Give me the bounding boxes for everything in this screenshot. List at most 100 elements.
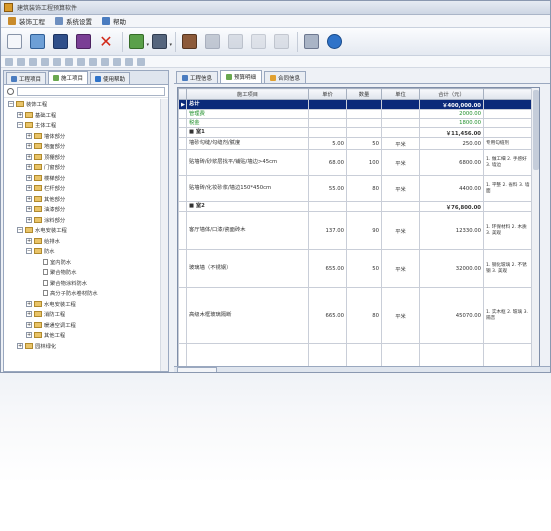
tree-expander-icon[interactable]: +	[26, 206, 32, 213]
toolbar-small-icon[interactable]	[5, 57, 13, 66]
toolbar-small-icon[interactable]	[137, 57, 145, 66]
tree-expander-icon[interactable]: +	[26, 332, 32, 339]
toolbar-small-icon[interactable]	[113, 57, 121, 66]
tree-expander-icon[interactable]: −	[17, 227, 23, 234]
toolbar-small-icon[interactable]	[17, 57, 25, 66]
tree-node[interactable]: + 油漆部分	[4, 204, 160, 215]
tree-expander-icon[interactable]: +	[26, 174, 32, 181]
tree-node[interactable]: − 水电安装工程	[4, 225, 160, 236]
tree-node[interactable]: + 基础工程	[4, 110, 160, 121]
table-cell[interactable]: 贴墙砖/化妆砂浆/墙边150*450cm	[186, 175, 309, 202]
grid-scrollbar[interactable]	[531, 88, 539, 366]
table-row[interactable]: 贴墙砖/砂浆层找平/铺贴/墙边>45cm 68.00 100 平米 6800.00 1. …	[178, 149, 534, 176]
tree-search-input[interactable]	[17, 86, 165, 96]
tree-node[interactable]: + 楼梯部分	[4, 173, 160, 184]
tree-node[interactable]: − 主体工程	[4, 120, 160, 131]
tree-node[interactable]: + 其他工程	[4, 330, 160, 341]
tree-node[interactable]: + 其他部分	[4, 194, 160, 205]
table-cell[interactable]: ■ 室2	[186, 201, 309, 212]
table-row[interactable]: 管理费 2000.00	[178, 109, 534, 119]
toolbar-button[interactable]: ▾	[149, 32, 172, 52]
table-cell[interactable]: 总计	[186, 99, 309, 110]
toolbar-button[interactable]	[324, 32, 344, 52]
tree-expander-icon[interactable]: +	[26, 237, 32, 244]
table-cell[interactable]	[186, 343, 309, 366]
left-tab[interactable]: 施工项目	[48, 71, 89, 84]
tree-node[interactable]: + 墙体部分	[4, 131, 160, 142]
toolbar-button[interactable]	[4, 32, 24, 52]
tree-node[interactable]: 室内防水	[4, 257, 160, 268]
table-row[interactable]: 墙砂勾缝/勾缝剂/腻度 5.00 50 平米 250.00 专用勾缝剂	[178, 137, 534, 150]
table-cell[interactable]: 墙砂勾缝/勾缝剂/腻度	[186, 137, 309, 150]
tree-node[interactable]: 高分子防水卷材防水	[4, 288, 160, 299]
left-tab[interactable]: 使用帮助	[90, 72, 131, 84]
tree-node[interactable]: 聚合物防水	[4, 267, 160, 278]
tree-node[interactable]: + 暖通空调工程	[4, 320, 160, 331]
menu-item[interactable]: 帮助	[97, 16, 131, 26]
table-row[interactable]: ■ 室2 ￥76,800.00	[178, 201, 534, 212]
table-row[interactable]: 贴墙砖/化妆砂浆/墙边150*450cm 55.00 80 平米 4400.00 1. 平…	[178, 175, 534, 202]
chevron-down-icon[interactable]: ▾	[169, 42, 172, 48]
table-cell[interactable]: 客厅墙体/口漆/瓷面砖木	[186, 211, 309, 250]
tree-node[interactable]: + 顶棚部分	[4, 152, 160, 163]
menu-item[interactable]: 装饰工程	[3, 16, 50, 26]
column-header[interactable]: 数量	[346, 88, 382, 100]
tree-expander-icon[interactable]: +	[17, 111, 23, 118]
column-header[interactable]: 施工项目	[186, 88, 309, 100]
tree-expander-icon[interactable]: +	[26, 195, 32, 202]
tree-expander-icon[interactable]: +	[26, 300, 32, 307]
tree-node[interactable]: 聚合物涂料防水	[4, 278, 160, 289]
toolbar-button[interactable]: ▾	[126, 32, 149, 52]
main-tab[interactable]: 工程信息	[176, 71, 219, 83]
tree-expander-icon[interactable]: +	[26, 164, 32, 171]
toolbar-small-icon[interactable]	[41, 57, 49, 66]
toolbar-small-icon[interactable]	[29, 57, 37, 66]
table-cell[interactable]: 贴墙砖/砂浆层找平/铺贴/墙边>45cm	[186, 149, 309, 176]
toolbar-small-icon[interactable]	[53, 57, 61, 66]
table-cell[interactable]: ■ 室1	[186, 127, 309, 138]
table-cell[interactable]: 税金	[186, 118, 309, 128]
tree-expander-icon[interactable]: −	[8, 101, 14, 108]
column-header[interactable]: 单位	[381, 88, 420, 100]
column-header[interactable]	[178, 88, 187, 100]
toolbar-button[interactable]	[248, 32, 268, 52]
tree-scrollbar[interactable]	[160, 99, 168, 371]
toolbar-button[interactable]: ✕	[96, 32, 116, 52]
tree-node[interactable]: + 消防工程	[4, 309, 160, 320]
table-row[interactable]: 玻璃墙（不锈钢） 655.00 50 平米 32000.00 1. 钢化玻璃 2. 不锈钢…	[178, 249, 534, 288]
toolbar-small-icon[interactable]	[89, 57, 97, 66]
tree-node[interactable]: + 门窗部分	[4, 162, 160, 173]
tree-expander-icon[interactable]: +	[26, 153, 32, 160]
table-cell[interactable]: 玻璃墙（不锈钢）	[186, 249, 309, 288]
main-tab[interactable]: 合同信息	[264, 71, 307, 83]
table-row[interactable]: ▶ 总计 ￥400,000.00	[178, 99, 534, 110]
toolbar-button[interactable]	[50, 32, 70, 52]
tree-expander-icon[interactable]: +	[26, 143, 32, 150]
tree-expander-icon[interactable]: −	[26, 248, 32, 255]
tree-node[interactable]: + 园林绿化	[4, 341, 160, 352]
column-header[interactable]: 单价	[308, 88, 347, 100]
tree-node[interactable]: + 给排水	[4, 236, 160, 247]
tree-expander-icon[interactable]: +	[17, 342, 23, 349]
tree-node[interactable]: − 装饰工程	[4, 99, 160, 110]
tree-node[interactable]: + 栏杆部分	[4, 183, 160, 194]
toolbar-button[interactable]	[301, 32, 321, 52]
toolbar-button[interactable]	[27, 32, 47, 52]
table-row[interactable]: 税金 1800.00	[178, 118, 534, 128]
column-header[interactable]	[483, 88, 534, 100]
tree-expander-icon[interactable]: +	[26, 311, 32, 318]
tree-node[interactable]: + 地面部分	[4, 141, 160, 152]
toolbar-button[interactable]	[202, 32, 222, 52]
column-header[interactable]: 合计（元）	[419, 88, 484, 100]
table-row[interactable]: 客厅墙体/口漆/瓷面砖木 137.00 90 平米 12330.00 1. 环保材料 2.…	[178, 211, 534, 250]
toolbar-small-icon[interactable]	[65, 57, 73, 66]
toolbar-small-icon[interactable]	[101, 57, 109, 66]
table-row[interactable]: ■ 室1 ￥11,456.00	[178, 127, 534, 138]
toolbar-small-icon[interactable]	[77, 57, 85, 66]
tree-expander-icon[interactable]: −	[17, 122, 23, 129]
grid-scrollbar-thumb[interactable]	[533, 90, 539, 170]
table-row[interactable]: 高级木框玻璃隔断 665.00 80 平米 45070.00 1. 实木框 2. 玻璃 3…	[178, 287, 534, 344]
tree-node[interactable]: + 涂料部分	[4, 215, 160, 226]
table-cell[interactable]: 高级木框玻璃隔断	[186, 287, 309, 344]
main-tab[interactable]: 预算明细	[220, 70, 263, 83]
